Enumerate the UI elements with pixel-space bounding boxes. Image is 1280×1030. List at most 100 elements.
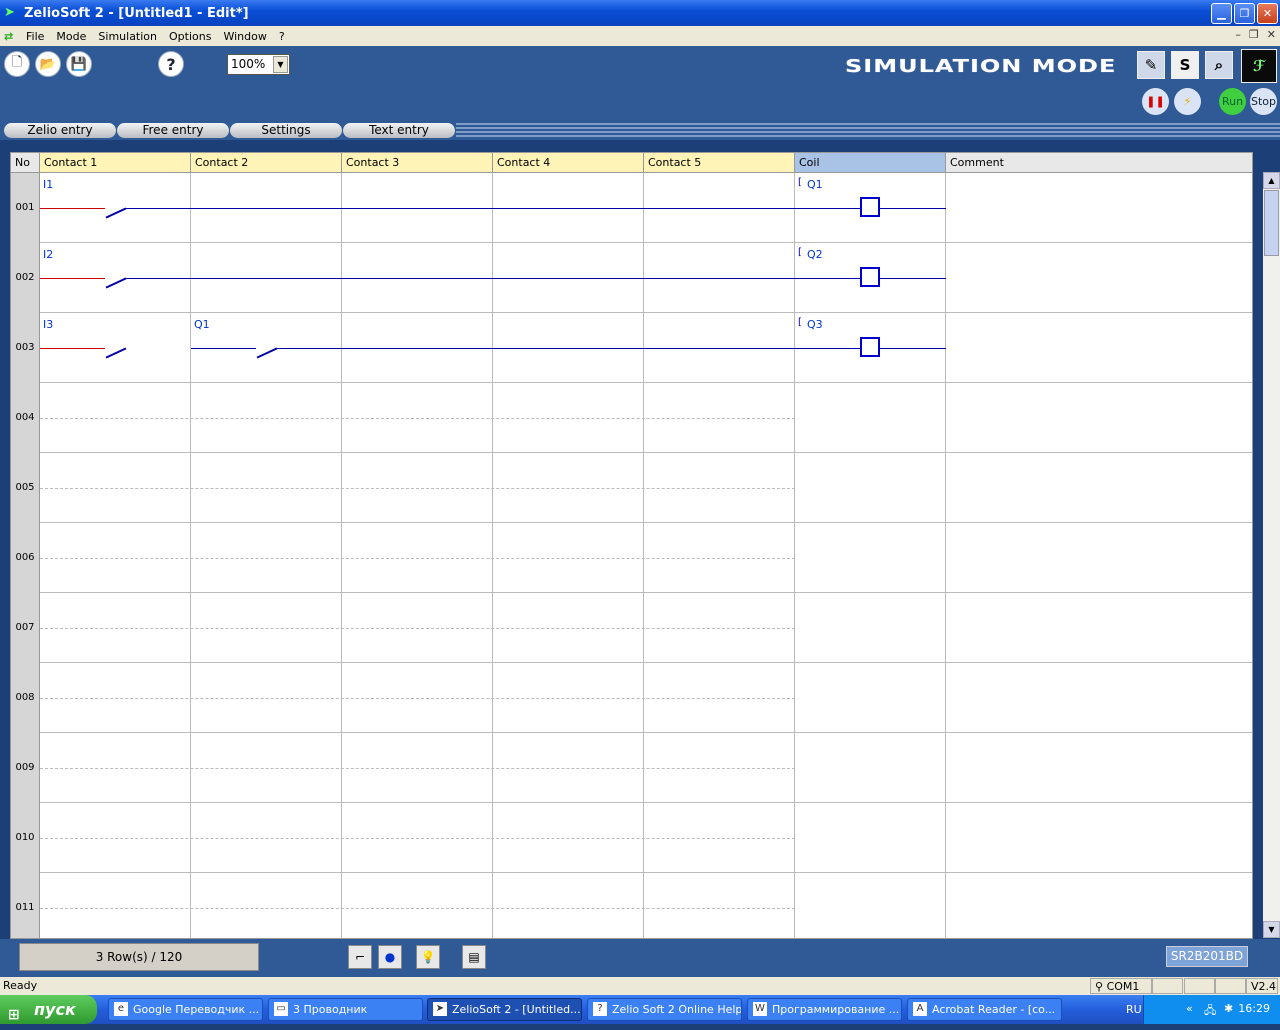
close-button[interactable]: ✕ (1257, 3, 1278, 24)
stop-button[interactable]: Stop (1250, 88, 1277, 115)
table-row[interactable]: 005 (11, 453, 1252, 523)
display-panel-icon[interactable]: ▤ (462, 945, 486, 969)
contact-label[interactable]: I3 (43, 318, 53, 331)
menu-options[interactable]: Options (163, 30, 217, 43)
grid-cell[interactable] (795, 873, 946, 938)
row-number: 003 (11, 313, 40, 383)
document-icon[interactable]: ⇄ (4, 30, 20, 43)
table-row[interactable]: 003 I3 Q1 [Q3 (11, 313, 1252, 383)
table-row[interactable]: 004 (11, 383, 1252, 453)
task-online-help[interactable]: ? Zelio Soft 2 Online Help (587, 998, 742, 1021)
row-divider (40, 488, 795, 489)
lamp-icon[interactable]: 💡 (416, 945, 440, 969)
mdi-minimize-icon[interactable]: – (1235, 28, 1241, 41)
wire (126, 208, 946, 209)
grid-cell[interactable] (191, 873, 342, 938)
task-label: Программирование ... (772, 1003, 900, 1016)
start-button[interactable]: ⊞ пуск (0, 995, 97, 1024)
task-google-translate[interactable]: e Google Переводчик ... (108, 998, 263, 1021)
grid-cell[interactable] (795, 663, 946, 733)
restore-button[interactable]: ❐ (1234, 3, 1255, 24)
save-file-icon[interactable]: 💾 (66, 51, 92, 77)
grid-cell[interactable] (40, 873, 191, 938)
table-row[interactable]: 009 (11, 733, 1252, 803)
grid-cell[interactable] (795, 453, 946, 523)
vertical-scrollbar[interactable]: ▲ ▼ (1263, 172, 1280, 938)
grid-cell[interactable] (795, 733, 946, 803)
help-icon[interactable]: ? (158, 51, 184, 77)
zoom-select[interactable]: 100% ▼ (227, 54, 290, 75)
new-file-icon[interactable]: 🗋 (4, 51, 30, 77)
task-explorer[interactable]: ▭ 3 Проводник (268, 998, 423, 1021)
row-number: 006 (11, 523, 40, 593)
tab-settings[interactable]: Settings (230, 123, 342, 138)
menu-window[interactable]: Window (217, 30, 272, 43)
row-number: 011 (11, 873, 40, 938)
pause-icon[interactable]: ❚❚ (1142, 88, 1169, 115)
tray-tool-icon[interactable]: ✱ (1224, 1002, 1233, 1015)
coil-label[interactable]: Q3 (807, 318, 823, 331)
blue-dot-icon[interactable]: ● (378, 945, 402, 969)
chevron-down-icon[interactable]: ▼ (273, 56, 288, 73)
mdi-close-icon[interactable]: ✕ (1267, 28, 1276, 41)
table-row[interactable]: 001 I1 [Q1 (11, 173, 1252, 243)
row-count: 3 Row(s) / 120 (19, 943, 259, 971)
table-row[interactable]: 002 I2 [Q2 (11, 243, 1252, 313)
table-row[interactable]: 007 (11, 593, 1252, 663)
contact-label[interactable]: I1 (43, 178, 53, 191)
contact-label[interactable]: Q1 (194, 318, 210, 331)
menu-simulation[interactable]: Simulation (92, 30, 163, 43)
ladder-grid[interactable]: No Contact 1 Contact 2 Contact 3 Contact… (10, 152, 1253, 939)
mdi-restore-icon[interactable]: ❐ (1249, 28, 1259, 41)
coil-icon[interactable] (860, 197, 880, 217)
scroll-up-icon[interactable]: ▲ (1263, 172, 1280, 189)
tab-free-entry[interactable]: Free entry (117, 123, 229, 138)
edit-mode-icon[interactable]: ✎ (1137, 51, 1165, 79)
table-row[interactable]: 011 (11, 873, 1252, 938)
table-row[interactable]: 006 (11, 523, 1252, 593)
minimize-button[interactable]: ▁ (1211, 3, 1232, 24)
task-label: Google Переводчик ... (133, 1003, 260, 1016)
task-programming-doc[interactable]: W Программирование ... (747, 998, 902, 1021)
task-label: Acrobat Reader - [co... (932, 1003, 1056, 1016)
switch-icon[interactable]: ⌐ (348, 945, 372, 969)
grid-cell[interactable] (342, 873, 493, 938)
grid-cell[interactable] (795, 383, 946, 453)
contact-label[interactable]: I2 (43, 248, 53, 261)
language-indicator[interactable]: RU (1126, 1003, 1142, 1016)
coil-label[interactable]: Q1 (807, 178, 823, 191)
menu-mode[interactable]: Mode (50, 30, 92, 43)
tab-zelio-entry[interactable]: Zelio entry (4, 123, 116, 138)
search-icon[interactable]: ⌕ (1205, 51, 1233, 79)
coil-icon[interactable] (860, 267, 880, 287)
run-button[interactable]: Run (1219, 88, 1246, 115)
task-acrobat-reader[interactable]: A Acrobat Reader - [co... (907, 998, 1062, 1021)
taskbar: ⊞ пуск e Google Переводчик ... ▭ 3 Проводни… (0, 995, 1280, 1024)
zelio-logo-icon[interactable]: ℱ (1241, 49, 1277, 83)
scroll-down-icon[interactable]: ▼ (1263, 921, 1280, 938)
grid-cell[interactable] (795, 803, 946, 873)
grid-cell[interactable] (795, 593, 946, 663)
tray-chevron-icon[interactable]: « (1186, 1002, 1193, 1015)
entry-tabs: Zelio entry Free entry Settings Text ent… (0, 120, 1280, 140)
table-row[interactable]: 010 (11, 803, 1252, 873)
menu-file[interactable]: File (20, 30, 50, 43)
grid-cell[interactable] (795, 523, 946, 593)
coil-icon[interactable] (860, 337, 880, 357)
table-row[interactable]: 008 (11, 663, 1252, 733)
network-icon[interactable]: 🖧 (1204, 1002, 1216, 1021)
scroll-thumb[interactable] (1264, 190, 1279, 256)
wire (40, 208, 105, 209)
menu-help[interactable]: ? (273, 30, 291, 43)
coil-label[interactable]: Q2 (807, 248, 823, 261)
power-icon[interactable]: ⚡ (1174, 88, 1201, 115)
wire (126, 278, 946, 279)
simulation-s-button[interactable]: S (1171, 51, 1199, 79)
task-zeliosoft[interactable]: ➤ ZelioSoft 2 - [Untitled... (427, 998, 582, 1021)
grid-cell[interactable] (644, 873, 795, 938)
open-file-icon[interactable]: 📂 (35, 51, 61, 77)
row-number: 005 (11, 453, 40, 523)
tab-text-entry[interactable]: Text entry (343, 123, 455, 138)
grid-cell[interactable] (493, 873, 644, 938)
row-divider (40, 698, 795, 699)
